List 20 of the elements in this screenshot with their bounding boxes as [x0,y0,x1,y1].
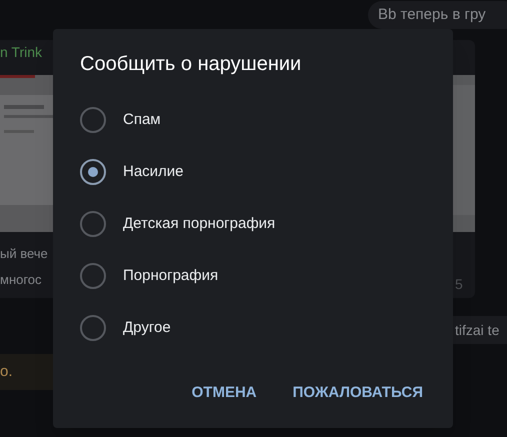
option-label[interactable]: Другое [123,316,171,340]
warning-text: о. [0,362,13,382]
radio-button[interactable] [80,263,106,289]
sender-name: n Trink [0,43,42,62]
caption-text: многос [0,271,42,289]
dialog-title: Сообщить о нарушении [80,52,302,77]
radio-button[interactable] [80,159,106,185]
message-time: 5 [455,275,463,294]
caption-text: ый вече [0,245,48,263]
option-label[interactable]: Спам [123,108,161,132]
service-text: tifzai te [455,320,500,340]
option-label[interactable]: Насилие [123,160,184,184]
radio-button[interactable] [80,211,106,237]
radio-button[interactable] [80,315,106,341]
option-label[interactable]: Детская порнография [123,212,276,236]
cancel-button[interactable]: ОТМЕНА [184,376,265,410]
radio-button[interactable] [80,107,106,133]
report-button[interactable]: ПОЖАЛОВАТЬСЯ [284,376,431,410]
option-label[interactable]: Порнография [123,264,218,288]
notice-text: Bb теперь в гру [378,4,486,25]
